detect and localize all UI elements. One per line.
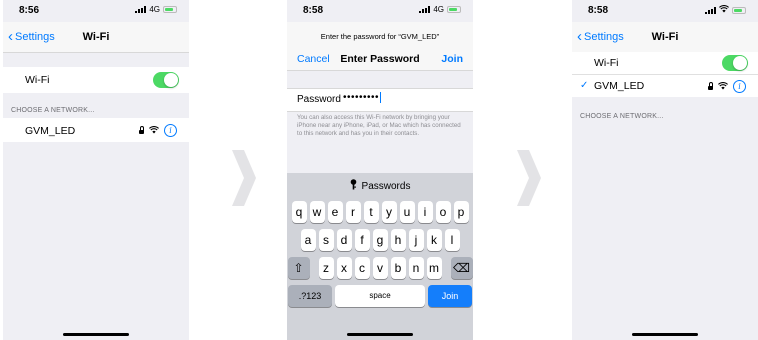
home-indicator [347,333,413,336]
network-type: 4G [433,5,444,14]
password-prompt: Enter the password for “GVM_LED” [320,32,440,41]
section-header: CHOOSE A NETWORK... [580,113,664,120]
key-u[interactable]: u [399,201,415,223]
key-l[interactable]: l [444,229,460,251]
key-y[interactable]: y [381,201,397,223]
key-e[interactable]: e [327,201,343,223]
key-v[interactable]: v [372,257,388,279]
key-c[interactable]: c [354,257,370,279]
numbers-key[interactable]: .?123 [288,285,332,307]
info-icon[interactable]: i [164,124,177,137]
chevron-right-arrow-icon [232,150,256,206]
key-w[interactable]: w [309,201,325,223]
key-t[interactable]: t [363,201,379,223]
navigation-bar: ‹ Settings Wi-Fi [3,22,189,53]
page-title: Wi-Fi [82,31,110,43]
info-icon[interactable]: i [733,80,746,93]
key-k[interactable]: k [426,229,442,251]
network-type: 4G [149,5,160,14]
signal-bars-icon [135,6,147,13]
connected-network-row[interactable]: ✓ GVM_LED i [572,74,758,97]
signal-bars-icon [419,6,431,13]
status-time: 8:56 [19,5,40,16]
key-o[interactable]: o [435,201,451,223]
password-row: Password ••••••••• [287,88,473,112]
key-i[interactable]: i [417,201,433,223]
delete-key[interactable]: ⌫ [450,257,473,279]
password-hint: You can also access this Wi-Fi network b… [297,114,461,137]
join-key[interactable]: Join [428,285,472,307]
key-p[interactable]: p [453,201,469,223]
enter-password-screen: 8:58 4G Enter the password for “GVM_LED”… [287,0,473,340]
navigation-bar: ‹ Settings Wi-Fi [572,22,758,52]
network-name: GVM_LED [25,125,76,137]
key-q[interactable]: q [291,201,307,223]
key-m[interactable]: m [426,257,442,279]
home-indicator [63,333,129,336]
wifi-connected-screen: 8:58 ‹ Settings Wi-Fi Wi-Fi ✓ GVM_LED i … [572,0,758,340]
passwords-label: Passwords [361,180,411,192]
text-caret [380,92,382,103]
key-h[interactable]: h [390,229,406,251]
space-key[interactable]: space [335,285,425,307]
key-icon [350,179,357,193]
battery-icon [732,6,746,14]
key-j[interactable]: j [408,229,424,251]
key-x[interactable]: x [336,257,352,279]
wifi-icon [149,125,159,136]
wifi-toggle-row: Wi-Fi [3,67,189,93]
key-f[interactable]: f [354,229,370,251]
checkmark-icon: ✓ [580,80,589,91]
lock-icon [708,82,713,90]
status-time: 8:58 [588,5,609,16]
key-b[interactable]: b [390,257,406,279]
password-value: ••••••••• [343,92,380,104]
wifi-label: Wi-Fi [25,74,50,86]
status-time: 8:58 [303,5,324,16]
status-bar: 8:56 4G [3,0,189,22]
key-z[interactable]: z [318,257,334,279]
wifi-toggle[interactable] [153,72,179,88]
battery-icon [163,6,177,13]
signal-bars-icon [705,6,716,14]
key-n[interactable]: n [408,257,424,279]
join-button[interactable]: Join [441,53,463,65]
chevron-right-arrow-icon [517,150,541,206]
wifi-status-icon [719,5,729,15]
lock-icon [139,126,144,134]
network-name: GVM_LED [594,80,645,92]
battery-icon [447,6,461,13]
passwords-bar[interactable]: Passwords [287,173,473,199]
key-g[interactable]: g [372,229,388,251]
section-header: CHOOSE A NETWORK... [11,107,95,114]
wifi-toggle[interactable] [722,55,748,71]
password-label: Password [297,94,341,105]
status-bar: 8:58 4G [287,0,473,22]
status-bar: 8:58 [572,0,758,22]
key-s[interactable]: s [318,229,334,251]
keyboard: Passwords qwertyuiop asdfghjkl ⇧ zxcvbnm… [287,173,473,340]
password-field[interactable]: ••••••••• [343,92,382,104]
wifi-toggle-row: Wi-Fi [572,52,758,74]
network-row[interactable]: GVM_LED i [3,118,189,142]
key-a[interactable]: a [300,229,316,251]
key-r[interactable]: r [345,201,361,223]
wifi-label: Wi-Fi [594,57,619,69]
wifi-settings-screen: 8:56 4G ‹ Settings Wi-Fi Wi-Fi CHOOSE A … [3,0,189,340]
key-d[interactable]: d [336,229,352,251]
shift-key[interactable]: ⇧ [287,257,310,279]
wifi-icon [718,81,728,92]
home-indicator [632,333,698,336]
page-title: Wi-Fi [651,31,679,43]
